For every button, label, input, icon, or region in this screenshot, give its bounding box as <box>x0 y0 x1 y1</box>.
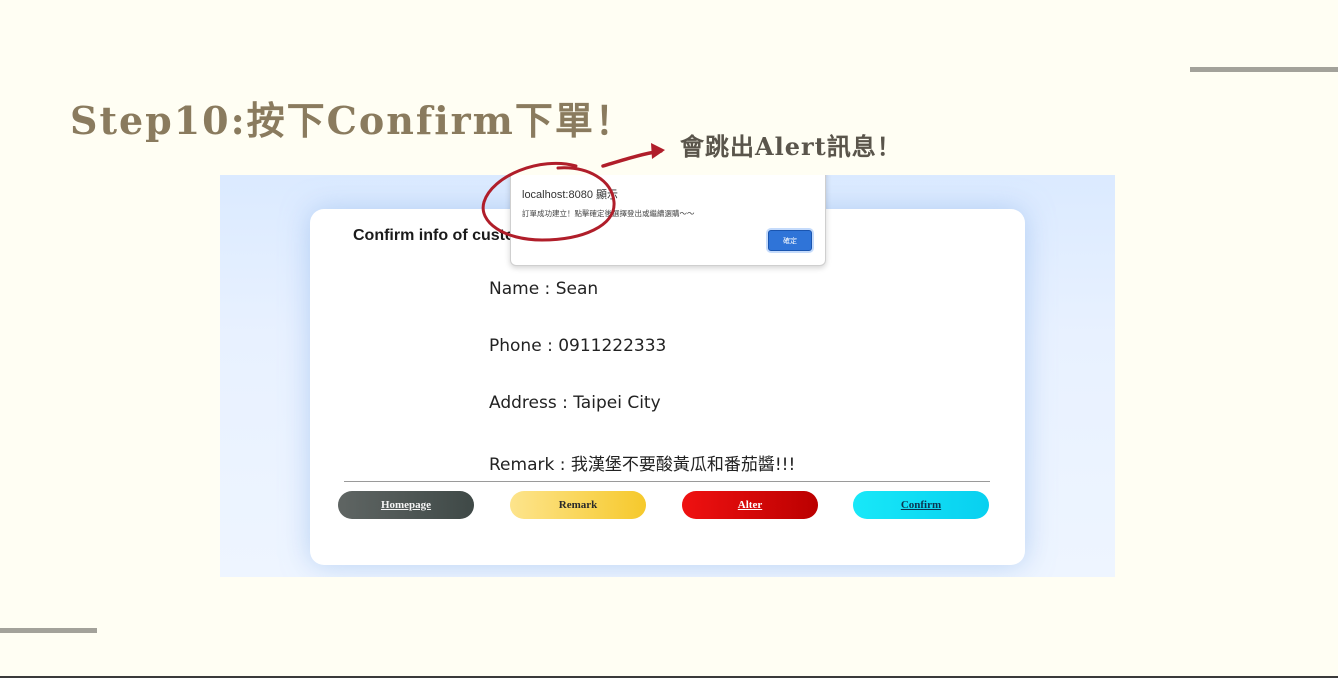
card-divider <box>344 481 990 482</box>
confirm-button[interactable]: Confirm <box>853 491 989 519</box>
customer-name: Name : Sean <box>489 279 599 299</box>
customer-remark: Remark : 我漢堡不要酸黃瓜和番茄醬!!! <box>489 455 796 475</box>
slide-title: Step10:按下Confirm下單！ <box>70 98 635 143</box>
customer-phone: Phone : 0911222333 <box>489 336 667 356</box>
app-screenshot: Confirm info of customer Name : Sean Pho… <box>220 175 1115 577</box>
decorative-line-bottom <box>0 628 97 633</box>
alter-button[interactable]: Alter <box>682 491 818 519</box>
alert-note: 會跳出Alert訊息！ <box>680 132 902 161</box>
customer-address: Address : Taipei City <box>489 393 661 413</box>
remark-button[interactable]: Remark <box>510 491 646 519</box>
alert-ok-button[interactable]: 確定 <box>768 230 812 251</box>
highlight-circle-icon <box>481 161 616 242</box>
homepage-button[interactable]: Homepage <box>338 491 474 519</box>
decorative-line-top <box>1190 67 1338 72</box>
